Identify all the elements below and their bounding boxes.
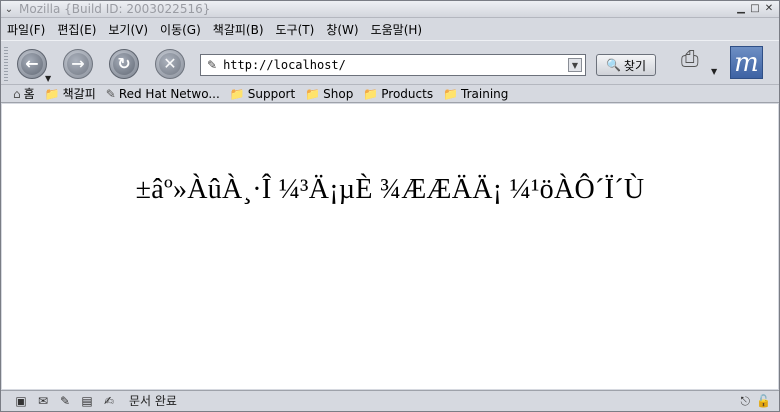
url-history-dropdown-icon[interactable]: ▼ [568,58,582,72]
search-button-label: 찾기 [623,58,647,73]
security-lock-icon: 🔓 [756,394,771,408]
bookmark-folder-shop[interactable]: 📁 Shop [305,87,353,101]
bookmark-folder-training[interactable]: 📁 Training [443,87,508,101]
page-content: ±âº»ÀûÀ¸·Î ¼³Ä¡µÈ ¾ÆÆÄÄ¡ ¼¹öÀÔ´Ï´Ù [2,104,778,389]
status-indicators: ⎋ 🔓 [741,394,771,409]
menu-tools[interactable]: 도구(T) [276,21,315,38]
window-menu-icon[interactable]: ⌄ [1,4,17,15]
mozilla-logo[interactable]: m [730,46,763,79]
address-book-icon[interactable]: ▤ [79,394,95,408]
status-bar: ▣ ✉ ✎ ▤ ✍ 문서 완료 ⎋ 🔓 [1,390,779,410]
magnifier-icon: 🔍 [605,58,621,72]
folder-icon: 📁 [363,86,379,101]
browser-window: ⌄ Mozilla {Build ID: 2003022516} ▁ □ ✕ 파… [0,0,780,412]
home-label: 홈 [23,87,35,101]
online-status-icon[interactable]: ⎋ [741,394,751,409]
folder-icon: 📁 [229,86,245,101]
close-icon[interactable]: ✕ [763,3,775,15]
menu-go[interactable]: 이동(G) [160,21,201,38]
bookmark-red-hat-network[interactable]: ✎ Red Hat Netwo... [106,87,220,101]
home-icon: ⌂ [13,86,21,101]
bookmark-label: 책갈피 [62,87,96,101]
reload-icon: ↻ [113,53,135,75]
menu-view[interactable]: 보기(V) [108,21,148,38]
bookmark-folder-support[interactable]: 📁 Support [230,87,295,101]
print-dropdown-icon[interactable]: ▼ [711,67,717,76]
bookmark-folder-products[interactable]: 📁 Products [363,87,433,101]
status-text: 문서 완료 [129,394,177,408]
bookmark-folder-bookmarks[interactable]: 📁 책갈피 [45,85,96,102]
composer-icon[interactable]: ✎ [57,394,73,408]
navigation-toolbar: ← ▼ → ↻ ✕ ✎ http://localhost/ ▼ 🔍 찾기 ⎙ ▼… [1,40,779,85]
maximize-icon[interactable]: □ [749,3,761,15]
search-button[interactable]: 🔍 찾기 [596,54,656,76]
bookmark-label: Support [247,86,296,101]
url-text[interactable]: http://localhost/ [223,58,346,72]
home-bookmark[interactable]: ⌂ 홈 [13,85,35,102]
link-icon: ✎ [105,86,116,101]
folder-icon: 📁 [305,86,321,101]
url-bar[interactable]: ✎ http://localhost/ ▼ [200,54,586,76]
page-proxy-icon[interactable]: ✎ [207,58,217,72]
bookmarks-toolbar: ⌂ 홈 📁 책갈피 ✎ Red Hat Netwo... 📁 Support 📁… [1,85,779,103]
toolbar-grip[interactable] [4,47,8,81]
back-button[interactable]: ← [17,49,47,79]
bookmark-label: Red Hat Netwo... [118,86,220,101]
menu-file[interactable]: 파일(F) [7,21,45,38]
back-history-dropdown-icon[interactable]: ▼ [45,74,51,83]
bookmark-label: Products [381,86,434,101]
forward-button[interactable]: → [63,49,93,79]
bookmark-label: Training [461,86,509,101]
navigator-icon[interactable]: ▣ [13,394,29,408]
mail-icon[interactable]: ✉ [35,394,51,408]
window-controls: ▁ □ ✕ [735,3,775,15]
menu-edit[interactable]: 편집(E) [57,21,96,38]
forward-arrow-icon: → [67,53,89,75]
menu-bar: 파일(F) 편집(E) 보기(V) 이동(G) 책갈피(B) 도구(T) 창(W… [1,19,779,39]
title-bar: ⌄ Mozilla {Build ID: 2003022516} ▁ □ ✕ [1,1,779,18]
minimize-icon[interactable]: ▁ [735,3,747,15]
stop-button[interactable]: ✕ [155,49,185,79]
chat-icon[interactable]: ✍ [101,394,117,408]
folder-icon: 📁 [443,86,459,101]
page-heading-text: ±âº»ÀûÀ¸·Î ¼³Ä¡µÈ ¾ÆÆÄÄ¡ ¼¹öÀÔ´Ï´Ù [135,174,645,205]
back-arrow-icon: ← [21,53,43,75]
folder-icon: 📁 [44,86,60,101]
menu-window[interactable]: 창(W) [326,21,358,38]
stop-icon: ✕ [159,53,181,75]
window-title: Mozilla {Build ID: 2003022516} [19,2,211,16]
bookmark-label: Shop [323,86,354,101]
menu-bookmarks[interactable]: 책갈피(B) [213,21,264,38]
reload-button[interactable]: ↻ [109,49,139,79]
menu-help[interactable]: 도움말(H) [371,21,423,38]
print-icon[interactable]: ⎙ [681,47,699,72]
